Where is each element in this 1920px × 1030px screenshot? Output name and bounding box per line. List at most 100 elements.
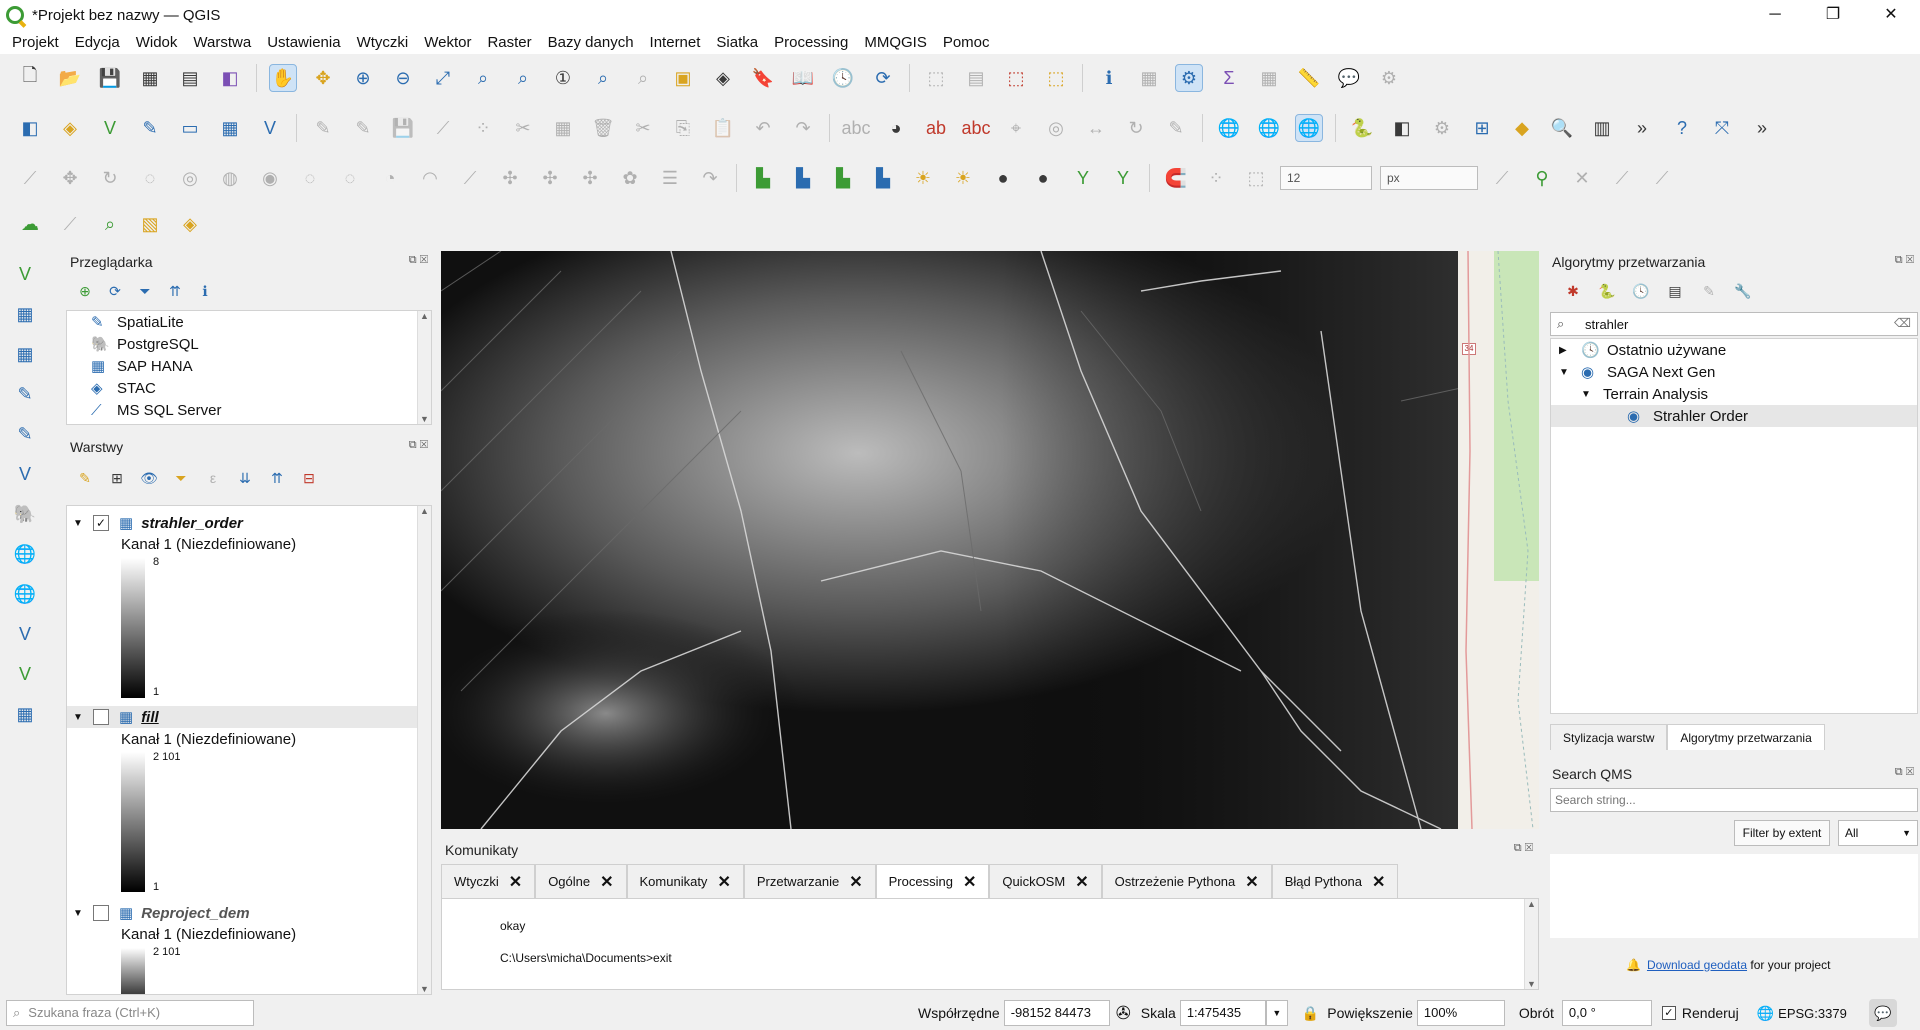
paste-features-icon[interactable]: 📋 xyxy=(709,114,737,142)
add-group-icon[interactable]: ⊞ xyxy=(106,467,128,489)
plugin-chart-icon[interactable]: ▧ xyxy=(136,210,164,238)
qms-search-input[interactable] xyxy=(1550,788,1918,812)
magnifier-field[interactable]: 100% xyxy=(1416,1000,1505,1026)
merge-attributes-icon[interactable]: ✣ xyxy=(576,164,604,192)
add-delimited-text-icon[interactable]: ✎ xyxy=(136,114,164,142)
maximize-button[interactable]: ❐ xyxy=(1804,0,1862,30)
y-add-icon[interactable]: Y xyxy=(1069,164,1097,192)
plugin-shield-icon[interactable]: ◈ xyxy=(176,210,204,238)
zoom-native-icon[interactable]: ① xyxy=(549,64,577,92)
plugin-box-icon[interactable]: ◧ xyxy=(1388,114,1416,142)
wms-icon[interactable]: 🌐 xyxy=(1255,114,1283,142)
show-unplaced-labels-icon[interactable]: abc xyxy=(961,114,990,142)
log-scrollbar[interactable] xyxy=(1524,899,1538,989)
close-button[interactable]: ✕ xyxy=(1862,0,1920,30)
coordinate-toggle-icon[interactable]: ✇ xyxy=(1116,1003,1131,1024)
select-by-value-icon[interactable]: ▤ xyxy=(962,64,990,92)
layers-scrollbar[interactable] xyxy=(417,506,431,994)
more-tools-icon-2[interactable]: » xyxy=(1748,114,1776,142)
qgis-cloud-icon[interactable]: ☁ xyxy=(16,210,44,238)
expand-arrow-icon[interactable]: ▶ xyxy=(1559,345,1581,356)
tree-item-strahler-order[interactable]: ◉ Strahler Order xyxy=(1551,405,1917,427)
shape-digitize-icon[interactable]: ▙ xyxy=(749,164,777,192)
models-icon[interactable]: ✱ xyxy=(1562,280,1584,302)
quickmapservices-icon[interactable]: 🌐 xyxy=(1295,114,1323,142)
tab-przetwarzanie[interactable]: Przetwarzanie ✕ xyxy=(743,864,876,898)
lock-icon[interactable]: 🔒 xyxy=(1302,1005,1319,1022)
filter-legend-icon[interactable]: ⏷ xyxy=(170,467,192,489)
menu-wektor[interactable]: Wektor xyxy=(416,34,479,51)
layer-row-reproject-dem[interactable]: ▼ ▦ Reproject_dem xyxy=(73,902,250,924)
tab-ostrzezenie-pythona[interactable]: Ostrzeżenie Pythona ✕ xyxy=(1101,864,1272,898)
panel-float-close-icon[interactable]: ⧉ ☒ xyxy=(1895,254,1914,267)
snapping-magnet-icon[interactable]: 🧲 xyxy=(1162,164,1190,192)
tab-layer-styling[interactable]: Stylizacja warstw xyxy=(1550,724,1668,750)
modify-attributes-icon[interactable]: ▦ xyxy=(549,114,577,142)
undo-icon[interactable]: ↶ xyxy=(749,114,777,142)
plugin-line-icon[interactable]: ⟋ xyxy=(56,210,84,238)
show-hide-labels-icon[interactable]: ◎ xyxy=(1042,114,1070,142)
new-geopackage-layer-icon[interactable]: ◈ xyxy=(56,114,84,142)
split-features-icon[interactable]: ⟋ xyxy=(456,164,484,192)
plugin-network-icon[interactable]: ⤧ xyxy=(1708,114,1736,142)
add-wcs-icon[interactable]: V xyxy=(10,618,40,650)
message-log[interactable]: okay C:\Users\micha\Documents>exit xyxy=(441,898,1539,990)
delete-selected-icon[interactable]: 🗑 xyxy=(589,114,617,142)
cut-features-icon[interactable]: ✂ xyxy=(629,114,657,142)
new-vector-layer-icon[interactable]: V xyxy=(10,658,40,690)
history-icon[interactable]: 🕓 xyxy=(1630,280,1652,302)
filter-expression-icon[interactable]: ε xyxy=(202,467,224,489)
browser-item-sap-hana[interactable]: ▦ SAP HANA xyxy=(67,355,431,377)
new-print-layout-icon[interactable]: ▦ xyxy=(136,64,164,92)
change-label-icon[interactable]: ✎ xyxy=(1162,114,1190,142)
scale-dropdown-icon[interactable]: ▼ xyxy=(1265,1000,1288,1026)
layer-row-strahler-order[interactable]: ▼ ✓ ▦ strahler_order xyxy=(73,512,243,534)
collapse-arrow-icon[interactable]: ▼ xyxy=(73,712,93,723)
delete-part-icon[interactable]: ◌ xyxy=(336,164,364,192)
snapping-mode-icon[interactable]: ⁘ xyxy=(1202,164,1230,192)
tree-item-terrain-analysis[interactable]: ▼ Terrain Analysis xyxy=(1551,383,1917,405)
add-part-icon[interactable]: ◍ xyxy=(216,164,244,192)
close-tab-icon[interactable]: ✕ xyxy=(963,872,976,892)
trim-extend-icon[interactable]: ↷ xyxy=(696,164,724,192)
menu-internet[interactable]: Internet xyxy=(642,34,709,51)
zoom-next-icon[interactable]: ⌕ xyxy=(629,64,657,92)
circle-add-icon[interactable]: ● xyxy=(989,164,1017,192)
select-features-icon[interactable]: ⬚ xyxy=(922,64,950,92)
advanced-digitizing-icon[interactable]: ⟋ xyxy=(16,164,44,192)
locate-icon[interactable]: ⌕ xyxy=(96,210,124,238)
diagram-icon[interactable]: ◕ xyxy=(882,114,910,142)
qms-filter-select[interactable]: All ▼ xyxy=(1838,820,1918,846)
processing-toolbox-icon[interactable]: ⚙ xyxy=(1175,64,1203,92)
collapse-arrow-icon[interactable]: ▼ xyxy=(1581,389,1603,400)
layer-visibility-checkbox[interactable]: ✓ xyxy=(93,515,109,531)
pin-labels-icon[interactable]: ⌖ xyxy=(1002,114,1030,142)
layer-visibility-checkbox[interactable] xyxy=(93,905,109,921)
select-by-location-icon[interactable]: ⬚ xyxy=(1042,64,1070,92)
shape-digitize-2-icon[interactable]: ▙ xyxy=(789,164,817,192)
y-add-2-icon[interactable]: Y xyxy=(1109,164,1137,192)
messages-icon[interactable]: 💬 xyxy=(1868,999,1897,1027)
tracing-icon[interactable]: ⟋ xyxy=(1608,164,1636,192)
open-project-icon[interactable]: 📂 xyxy=(56,64,84,92)
reshape-icon[interactable]: ◔ xyxy=(376,164,404,192)
tab-komunikaty[interactable]: Komunikaty ✕ xyxy=(626,864,744,898)
data-source-manager-icon[interactable]: ◧ xyxy=(16,114,44,142)
topological-editing-icon[interactable]: ⟋ xyxy=(1488,164,1516,192)
close-tab-icon[interactable]: ✕ xyxy=(1245,872,1258,892)
rotate-feature-icon[interactable]: ↻ xyxy=(96,164,124,192)
menu-widok[interactable]: Widok xyxy=(128,34,186,51)
layer-row-fill[interactable]: ▼ ▦ fill xyxy=(67,706,417,728)
crs-button[interactable]: EPSG:3379 xyxy=(1778,1006,1847,1021)
zoom-full-icon[interactable]: ⤢ xyxy=(429,64,457,92)
remove-layer-icon[interactable]: ⊟ xyxy=(298,467,320,489)
shape-digitize-3-icon[interactable]: ▙ xyxy=(829,164,857,192)
actions-icon[interactable]: ⚙ xyxy=(1375,64,1403,92)
highlight-labels-icon[interactable]: ab xyxy=(922,114,950,142)
add-virtual-layer-icon[interactable]: V xyxy=(10,458,40,490)
sun-icon[interactable]: ☀ xyxy=(909,164,937,192)
menu-warstwa[interactable]: Warstwa xyxy=(185,34,259,51)
map-tips-icon[interactable]: 💬 xyxy=(1335,64,1363,92)
algorithm-search[interactable]: ⌕ strahler ⌫ xyxy=(1550,312,1918,336)
panel-float-close-icon[interactable]: ⧉ ☒ xyxy=(409,254,428,267)
